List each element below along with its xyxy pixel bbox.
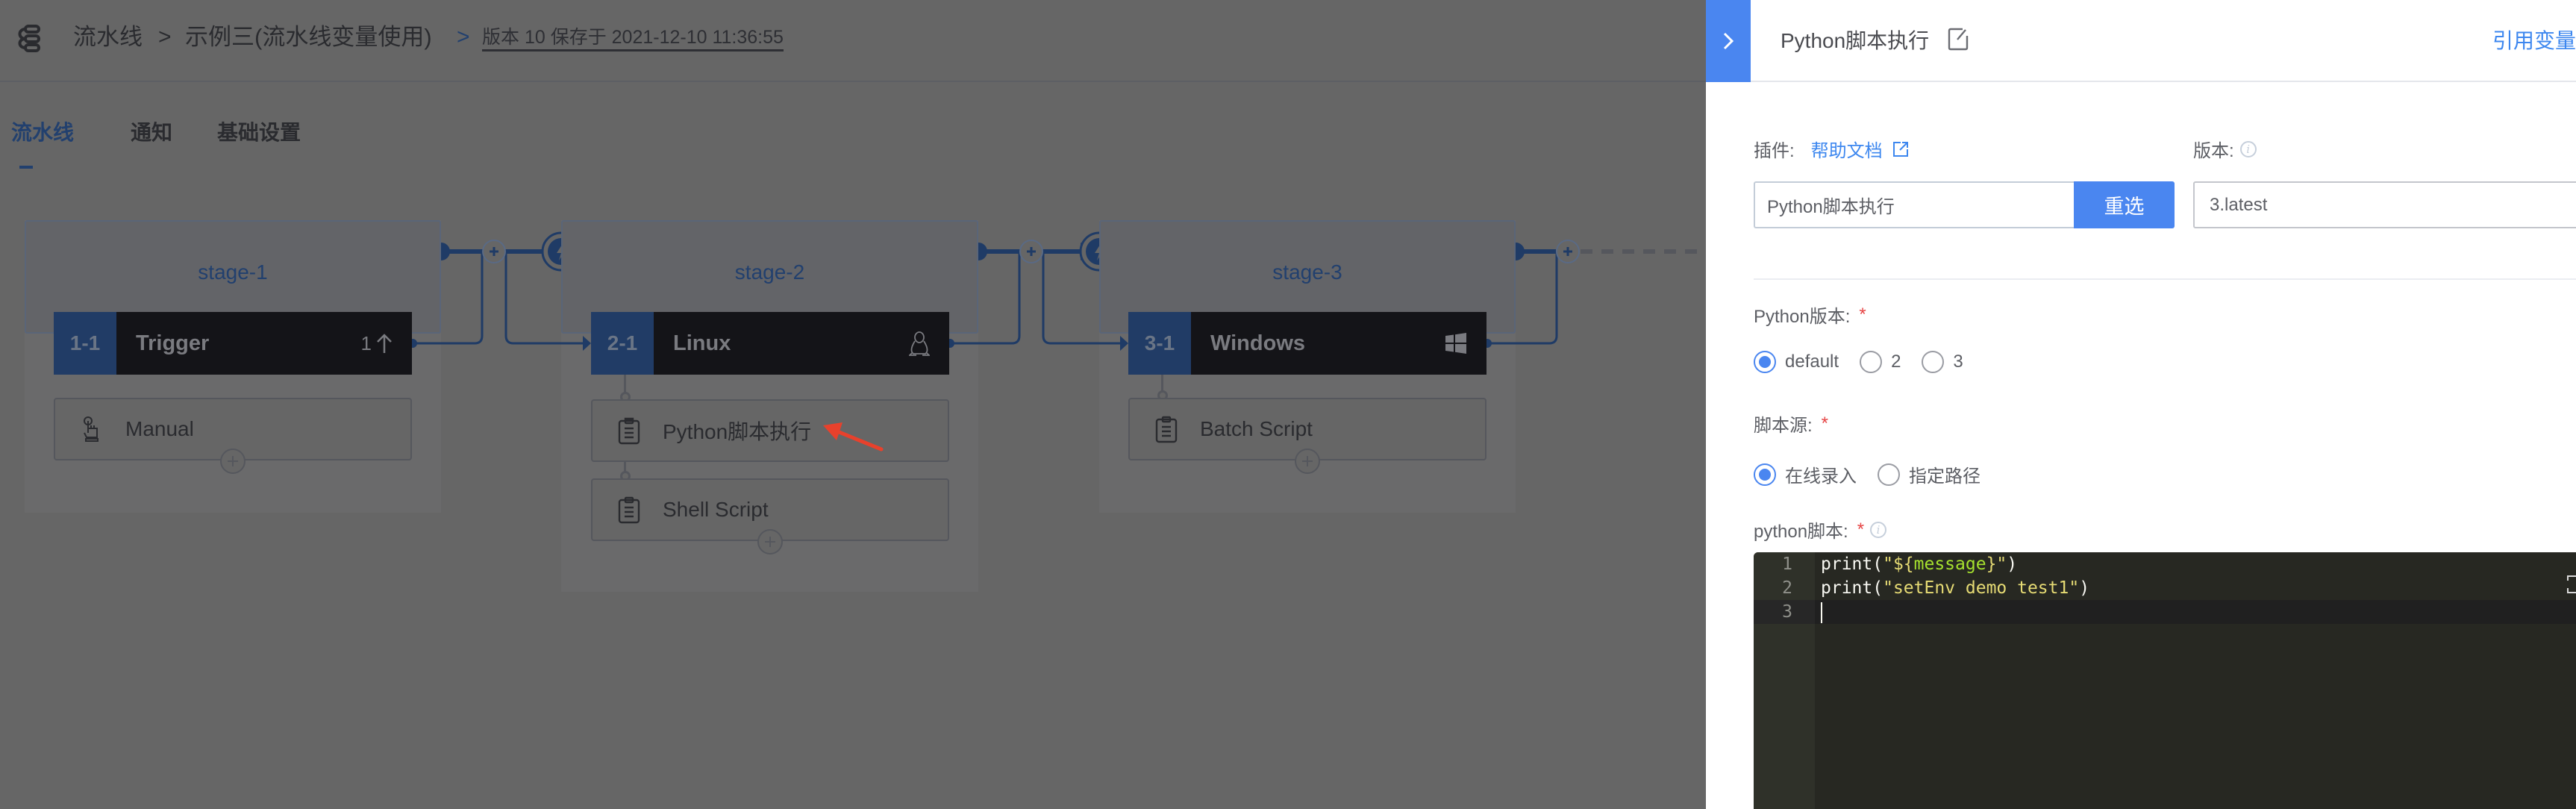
windows-icon [1445, 333, 1466, 354]
edit-icon[interactable] [1948, 27, 1970, 51]
task-name: Manual [125, 417, 194, 440]
radio-online-input[interactable]: 在线录入 [1754, 461, 1857, 487]
radio-button[interactable] [1754, 463, 1776, 486]
line-number: 2 [1782, 578, 1792, 598]
radio-label: 指定路径 [1909, 466, 1981, 487]
job-name: Linux [673, 331, 731, 355]
variable-token: message [1913, 555, 1986, 574]
collapse-panel-button[interactable] [1706, 0, 1751, 82]
external-link-icon [1892, 141, 1908, 157]
line-number: 3 [1754, 600, 1815, 624]
plugin-label: 插件: 帮助文档 [1754, 136, 1910, 162]
stage-name: stage-1 [198, 260, 268, 284]
version-select[interactable]: 3.latest [2193, 181, 2576, 228]
job-name: Windows [1210, 331, 1306, 355]
info-icon[interactable]: i [2239, 140, 2257, 157]
text-cursor [1821, 602, 1822, 623]
task-name: Python脚本执行 [663, 420, 812, 443]
panel-title: Python脚本执行 [1781, 29, 1930, 52]
code-editor[interactable]: 1 print("${message}") 2 print("setEnv de… [1754, 552, 2576, 809]
script-source-label: 脚本源: * [1754, 410, 1828, 437]
fullscreen-icon[interactable] [2566, 575, 2576, 594]
string-token: "setEnv demo test1" [1883, 578, 2080, 598]
version-label-text: 版本: [2193, 141, 2234, 161]
code-text [1815, 600, 1822, 624]
radio-label: default [1785, 352, 1839, 372]
code-line[interactable]: 1 print("${message}") [1754, 552, 2576, 576]
pipeline-page: 流水线 > 示例三(流水线变量使用) > 版本 10 保存于 2021-12-1… [0, 0, 1706, 809]
plugin-settings-panel: Python脚本执行 引用变量 插件: 帮助文档 Python脚本执行 重选 版… [1706, 0, 2576, 809]
chevron-right-icon [1723, 32, 1734, 50]
panel-header: Python脚本执行 引用变量 [1706, 0, 2576, 82]
radio-button[interactable] [1922, 351, 1945, 373]
task-name: Batch Script [1200, 417, 1313, 440]
job-card[interactable]: 1-1 Trigger 1 [54, 312, 412, 375]
clipboard-icon [618, 417, 640, 445]
required-marker: * [1857, 519, 1865, 540]
script-source-radio-group: 在线录入 指定路径 [1754, 461, 2001, 487]
python-version-radio-group: default 2 3 [1754, 351, 1984, 373]
job-card[interactable]: 3-1 Windows [1128, 312, 1486, 375]
radio-python-3[interactable]: 3 [1922, 351, 1963, 373]
python-version-label: Python版本: * [1754, 302, 1866, 328]
help-docs-link[interactable]: 帮助文档 [1811, 136, 1910, 162]
hand-pointer-icon [84, 416, 99, 442]
python-script-label-text: python脚本: [1754, 522, 1848, 542]
task-name: Shell Script [663, 498, 769, 521]
python-script-label: python脚本: * i [1754, 516, 1887, 543]
reference-variables-link[interactable]: 引用变量 [2492, 25, 2576, 54]
reselect-plugin-button[interactable]: 重选 [2074, 181, 2175, 228]
stage-name: stage-3 [1272, 260, 1342, 284]
code-line[interactable]: 2 print("setEnv demo test1") [1754, 576, 2576, 600]
divider [1754, 278, 2576, 280]
clipboard-icon [618, 496, 640, 524]
task-card[interactable]: Python脚本执行 [591, 399, 949, 462]
trigger-count: 1 [360, 331, 372, 354]
job-index: 3-1 [1128, 312, 1191, 375]
add-stage-button[interactable] [1019, 239, 1044, 264]
script-source-label-text: 脚本源: [1754, 416, 1813, 436]
radio-label: 2 [1891, 352, 1901, 372]
add-task-button[interactable] [1295, 449, 1320, 474]
add-stage-button[interactable] [481, 239, 507, 264]
string-token: "${ [1883, 555, 1914, 574]
add-stage-button[interactable] [1555, 239, 1581, 264]
plugin-input[interactable]: Python脚本执行 [1754, 181, 2075, 228]
radio-button[interactable] [1754, 351, 1776, 373]
stage-name: stage-2 [734, 260, 805, 284]
add-task-button[interactable] [757, 529, 783, 555]
line-number: 1 [1782, 555, 1792, 574]
annotation-arrow-icon [823, 422, 884, 452]
string-token: }" [1986, 555, 2007, 574]
required-marker: * [1821, 413, 1829, 434]
required-marker: * [1859, 304, 1866, 325]
radio-button[interactable] [1860, 351, 1883, 373]
radio-python-default[interactable]: default [1754, 351, 1839, 373]
help-docs-text: 帮助文档 [1810, 141, 1883, 161]
job-name: Trigger [136, 331, 210, 355]
radio-button[interactable] [1878, 463, 1900, 486]
radio-specified-path[interactable]: 指定路径 [1878, 461, 1981, 487]
code-text: print("${message}") [1821, 555, 2018, 574]
radio-label: 在线录入 [1785, 466, 1857, 487]
code-line-active[interactable]: 3 [1754, 600, 2576, 624]
code-text: print("setEnv demo test1") [1821, 578, 2090, 598]
version-label: 版本: i [2193, 136, 2257, 162]
add-task-button[interactable] [220, 449, 246, 474]
linux-icon [909, 331, 930, 356]
radio-label: 3 [1953, 352, 1963, 372]
plugin-label-text: 插件: [1754, 141, 1795, 161]
job-index: 2-1 [591, 312, 654, 375]
job-index: 1-1 [54, 312, 116, 375]
clipboard-icon [1155, 416, 1178, 443]
info-icon[interactable]: i [1870, 521, 1887, 538]
python-version-label-text: Python版本: [1754, 307, 1851, 327]
radio-python-2[interactable]: 2 [1860, 351, 1901, 373]
arrow-up-icon [377, 334, 392, 353]
job-card[interactable]: 2-1 Linux [591, 312, 949, 375]
